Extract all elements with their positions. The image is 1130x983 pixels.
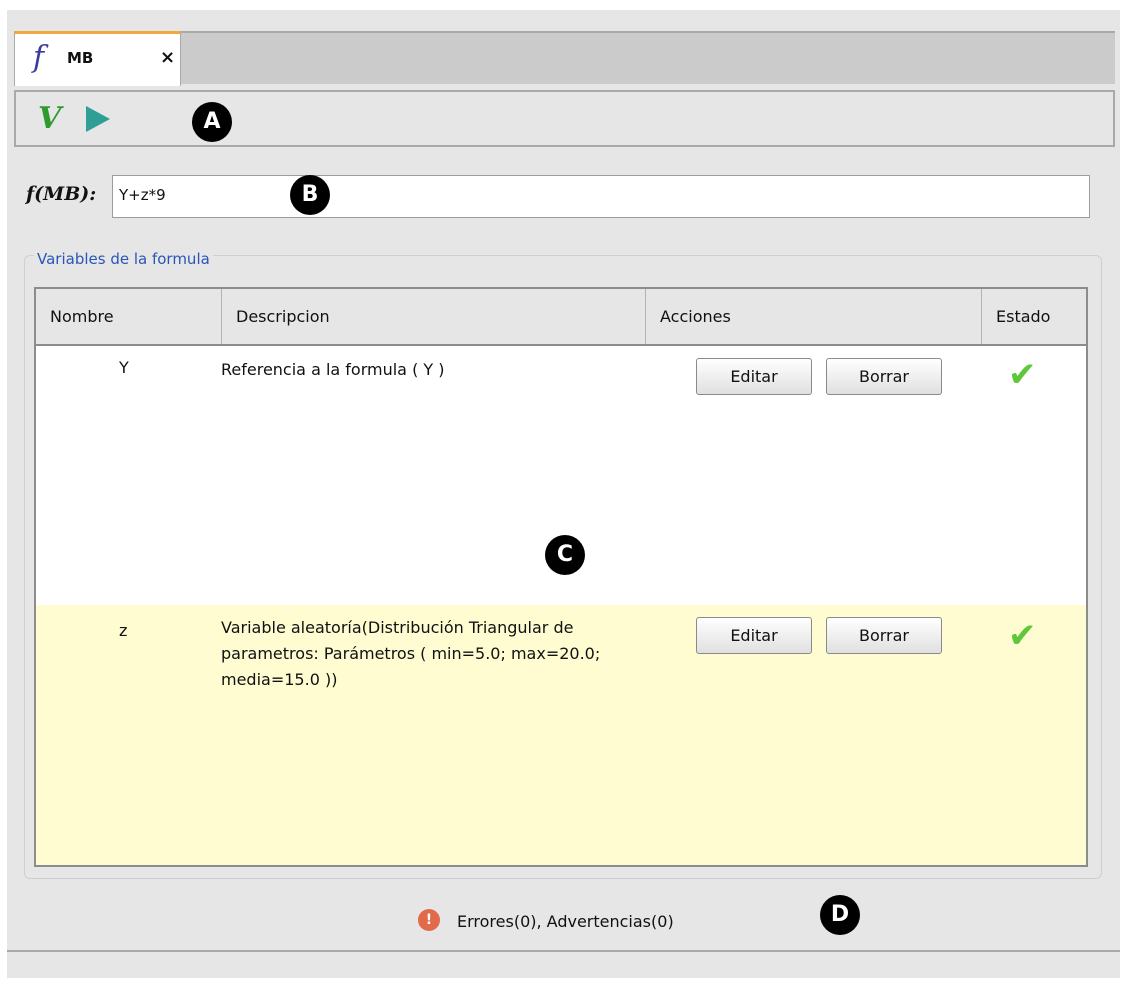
edit-button[interactable]: Editar bbox=[696, 617, 812, 654]
formula-input[interactable]: Y+z*9 bbox=[112, 175, 1090, 218]
error-icon: ! bbox=[418, 909, 440, 931]
delete-button[interactable]: Borrar bbox=[826, 617, 942, 654]
tab-label: MB bbox=[67, 49, 94, 67]
row-description: Referencia a la formula ( Y ) bbox=[221, 360, 445, 379]
bottom-divider bbox=[7, 950, 1120, 952]
marker-c: C bbox=[545, 535, 585, 575]
row-description: Variable aleatoría(Distribución Triangul… bbox=[221, 618, 601, 689]
close-icon[interactable]: × bbox=[160, 47, 175, 68]
marker-b: B bbox=[290, 175, 330, 215]
tab-mb[interactable]: f MB × bbox=[14, 31, 181, 86]
variables-table: Nombre Descripcion Acciones Estado Y Ref… bbox=[34, 287, 1088, 867]
header-estado[interactable]: Estado bbox=[982, 289, 1086, 344]
table-row[interactable]: z Variable aleatoría(Distribución Triang… bbox=[36, 605, 1086, 865]
header-acciones[interactable]: Acciones bbox=[646, 289, 982, 344]
marker-a: A bbox=[192, 102, 232, 142]
check-icon: ✔ bbox=[1008, 616, 1037, 656]
table-header: Nombre Descripcion Acciones Estado bbox=[36, 289, 1086, 346]
toolbar: V bbox=[14, 90, 1115, 147]
row-name: z bbox=[119, 621, 128, 640]
play-icon[interactable] bbox=[86, 106, 110, 132]
edit-button[interactable]: Editar bbox=[696, 358, 812, 395]
row-name: Y bbox=[119, 358, 129, 377]
check-icon: ✔ bbox=[1008, 355, 1037, 395]
variables-title: Variables de la formula bbox=[34, 250, 213, 268]
validate-icon[interactable]: V bbox=[38, 101, 61, 136]
header-nombre[interactable]: Nombre bbox=[36, 289, 222, 344]
delete-button[interactable]: Borrar bbox=[826, 358, 942, 395]
header-descripcion[interactable]: Descripcion bbox=[222, 289, 646, 344]
formula-icon: f bbox=[33, 40, 45, 75]
status-text: Errores(0), Advertencias(0) bbox=[457, 912, 674, 931]
formula-label: f(MB): bbox=[26, 183, 97, 205]
marker-d: D bbox=[820, 895, 860, 935]
